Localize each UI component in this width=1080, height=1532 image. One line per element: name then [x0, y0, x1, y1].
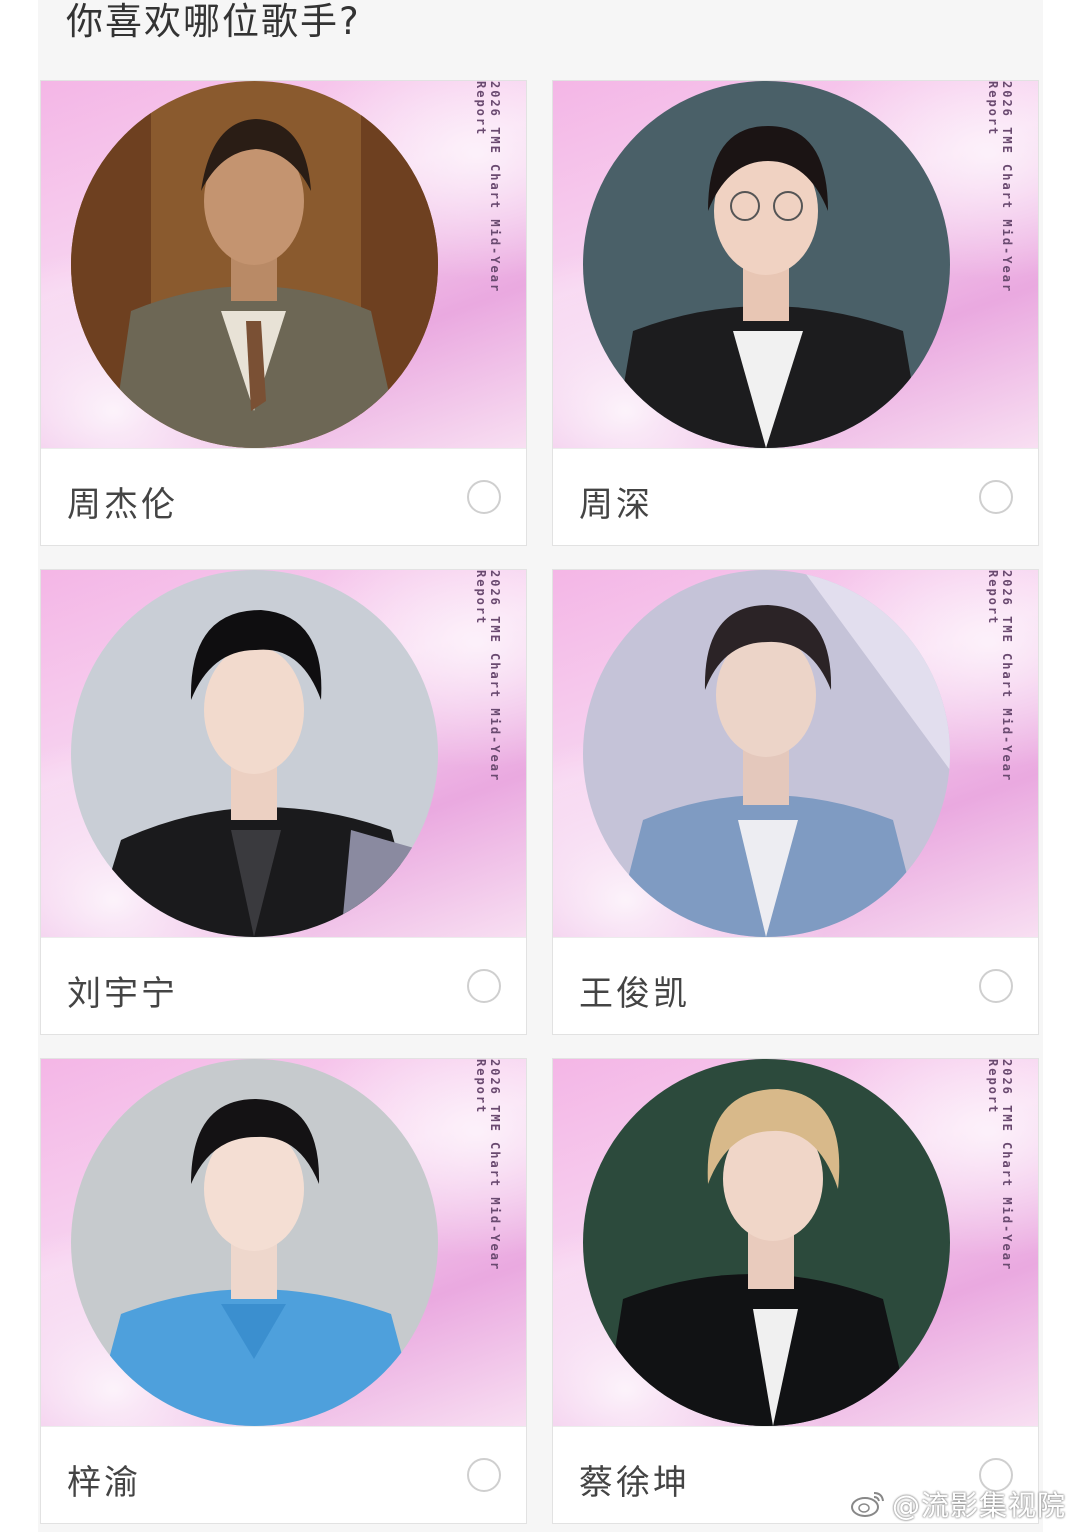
- option-card-2[interactable]: 2026 TME Chart Mid-Year Report 周深: [552, 80, 1039, 546]
- option-name: 蔡徐坤: [579, 1463, 690, 1503]
- option-name: 周深: [579, 485, 653, 525]
- report-label: 2026 TME Chart Mid-Year Report: [986, 570, 1014, 783]
- watermark: @流影集视院: [850, 1484, 1066, 1524]
- question-title: 你喜欢哪位歌手?: [66, 0, 361, 43]
- weibo-icon: [850, 1492, 884, 1517]
- portrait-image: [583, 81, 950, 448]
- portrait-photo: [71, 1059, 438, 1426]
- portrait-image: [71, 1059, 438, 1426]
- option-name: 周杰伦: [67, 485, 178, 525]
- portrait-photo: [583, 1059, 950, 1426]
- option-card-6[interactable]: 2026 TME Chart Mid-Year Report 蔡徐坤: [552, 1058, 1039, 1524]
- option-card-1[interactable]: 2026 TME Chart Mid-Year Report 周杰伦: [40, 80, 527, 546]
- watermark-text: @流影集视院: [891, 1489, 1066, 1522]
- option-photo-4: 2026 TME Chart Mid-Year Report: [553, 570, 1038, 937]
- portrait-photo: [71, 570, 438, 937]
- option-card-5[interactable]: 2026 TME Chart Mid-Year Report 梓渝: [40, 1058, 527, 1524]
- portrait-photo: [583, 81, 950, 448]
- option-row[interactable]: 刘宇宁: [41, 937, 526, 1036]
- option-row[interactable]: 周深: [553, 448, 1038, 547]
- portrait-image: [583, 570, 950, 937]
- portrait-image: [71, 570, 438, 937]
- portrait-image: [71, 81, 438, 448]
- radio-button[interactable]: [467, 1458, 501, 1492]
- option-name: 刘宇宁: [67, 974, 178, 1014]
- option-row[interactable]: 梓渝: [41, 1426, 526, 1525]
- option-photo-1: 2026 TME Chart Mid-Year Report: [41, 81, 526, 448]
- report-label: 2026 TME Chart Mid-Year Report: [474, 1059, 502, 1272]
- report-label: 2026 TME Chart Mid-Year Report: [474, 81, 502, 294]
- option-row[interactable]: 王俊凯: [553, 937, 1038, 1036]
- option-photo-3: 2026 TME Chart Mid-Year Report: [41, 570, 526, 937]
- report-label: 2026 TME Chart Mid-Year Report: [986, 81, 1014, 294]
- radio-button[interactable]: [979, 969, 1013, 1003]
- report-label: 2026 TME Chart Mid-Year Report: [986, 1059, 1014, 1272]
- radio-button[interactable]: [979, 480, 1013, 514]
- option-photo-6: 2026 TME Chart Mid-Year Report: [553, 1059, 1038, 1426]
- option-name: 王俊凯: [579, 974, 690, 1014]
- option-card-4[interactable]: 2026 TME Chart Mid-Year Report 王俊凯: [552, 569, 1039, 1035]
- option-name: 梓渝: [67, 1463, 141, 1503]
- option-photo-5: 2026 TME Chart Mid-Year Report: [41, 1059, 526, 1426]
- report-label: 2026 TME Chart Mid-Year Report: [474, 570, 502, 783]
- option-photo-2: 2026 TME Chart Mid-Year Report: [553, 81, 1038, 448]
- radio-button[interactable]: [467, 480, 501, 514]
- portrait-image: [583, 1059, 950, 1426]
- option-row[interactable]: 周杰伦: [41, 448, 526, 547]
- radio-button[interactable]: [467, 969, 501, 1003]
- portrait-photo: [583, 570, 950, 937]
- option-card-3[interactable]: 2026 TME Chart Mid-Year Report 刘宇宁: [40, 569, 527, 1035]
- portrait-photo: [71, 81, 438, 448]
